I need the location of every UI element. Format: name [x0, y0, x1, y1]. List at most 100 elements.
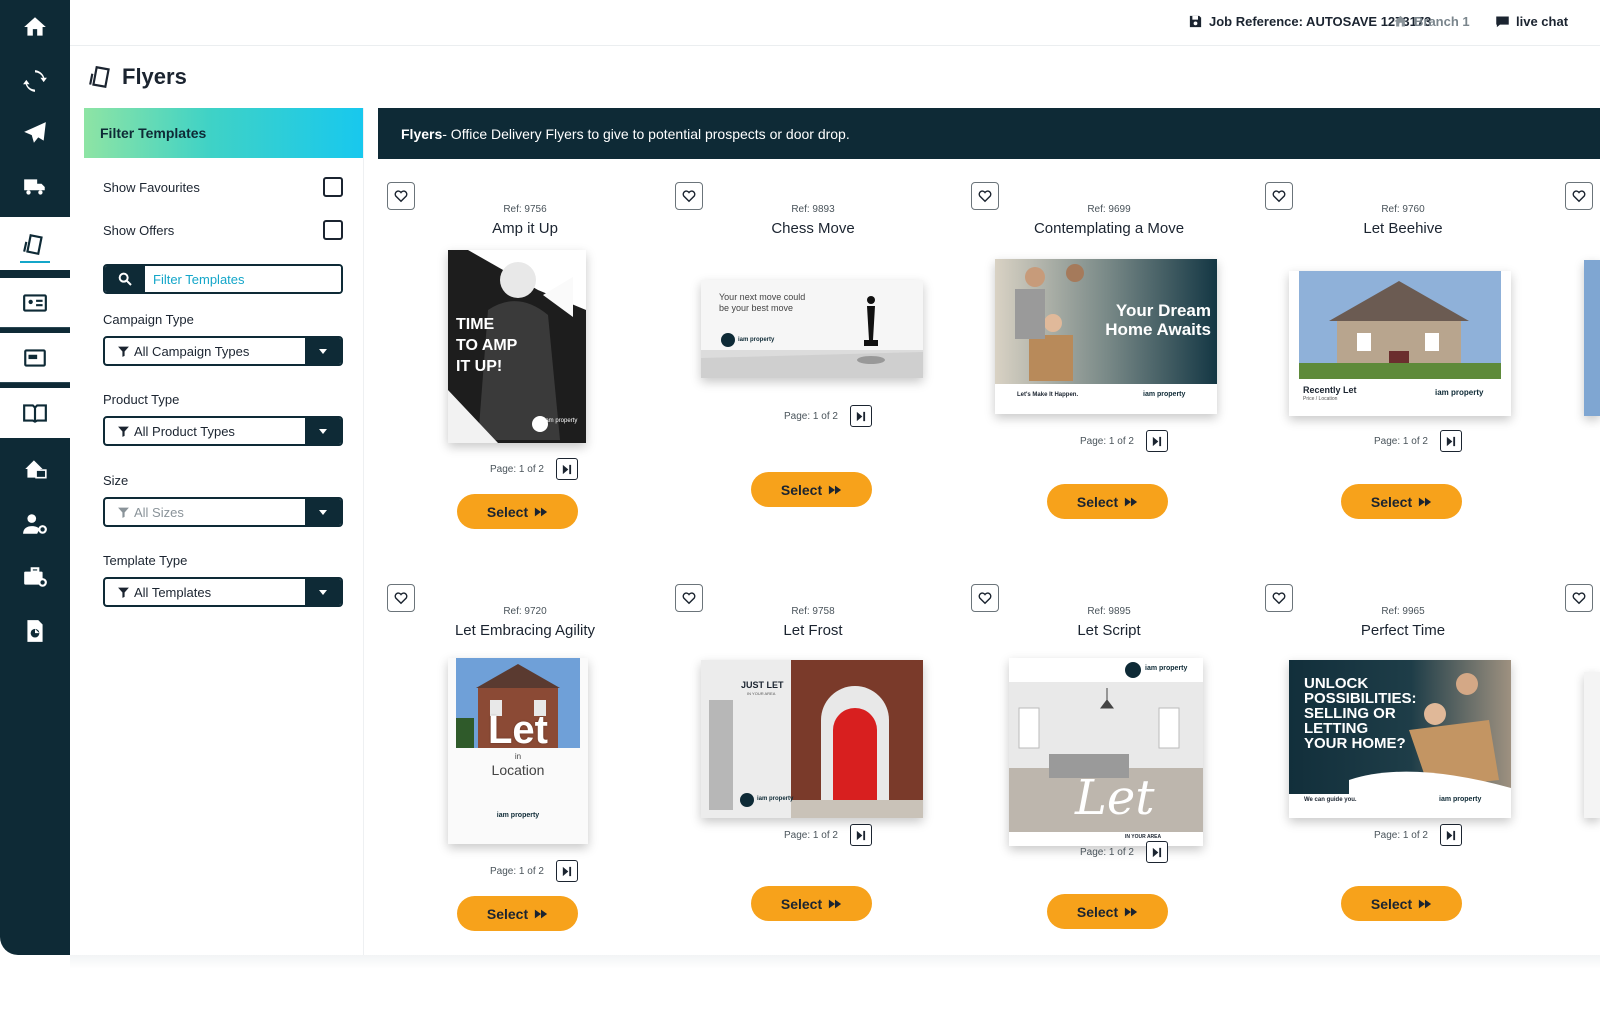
thumbnail-line: YOUR HOME? [1304, 735, 1406, 752]
template-type-dropdown[interactable] [305, 579, 341, 605]
thumbnail-line: Location [491, 762, 545, 778]
select-button[interactable]: Select [1047, 894, 1168, 929]
product-type-select[interactable]: All Product Types [103, 416, 343, 446]
thumbnail-line: TO AMP [456, 337, 518, 354]
page-heading: Flyers [88, 64, 187, 90]
show-offers-checkbox[interactable] [323, 220, 343, 240]
template-type-select[interactable]: All Templates [103, 577, 343, 607]
template-thumbnail[interactable]: Recently Let Price / Location iam proper… [1289, 271, 1511, 416]
thumbnail-line: Your next move could [719, 292, 806, 302]
search-button[interactable] [105, 266, 145, 292]
campaign-type-dropdown[interactable] [305, 338, 341, 364]
product-type-dropdown[interactable] [305, 418, 341, 444]
thumbnail-tagline: IN YOUR AREA [1125, 834, 1162, 840]
page-title: Flyers [122, 64, 187, 89]
thumbnail-line: in [514, 752, 522, 761]
fast-forward-icon [1419, 497, 1432, 506]
template-thumbnail[interactable]: Your next move could be your best move i… [701, 280, 923, 378]
user-gear-icon [23, 514, 47, 534]
next-page-button[interactable] [1439, 824, 1462, 846]
template-thumbnail[interactable]: Let IN YOUR AREA iam property [1009, 658, 1203, 846]
skip-next-icon [1153, 436, 1162, 446]
home-icon [1394, 15, 1407, 27]
thumbnail-brand: iam property [1143, 391, 1186, 398]
nav-display[interactable] [0, 333, 70, 383]
template-ref: Ref: 9893 [791, 204, 835, 215]
bottom-edge-shadow [70, 955, 1600, 969]
skip-next-icon [563, 464, 572, 474]
template-thumbnail[interactable]: JUST LET IN YOUR AREA iam property [701, 660, 923, 818]
show-favourites-row[interactable]: Show Favourites [103, 177, 343, 197]
template-thumbnail[interactable]: TIME TO AMP IT UP! iam property [448, 250, 586, 443]
nav-home[interactable] [0, 2, 70, 52]
nav-delivery[interactable] [0, 162, 70, 212]
next-page-button[interactable] [849, 824, 872, 846]
template-thumbnail[interactable] [1584, 260, 1600, 416]
nav-send[interactable] [0, 108, 70, 158]
size-select[interactable]: All Sizes [103, 497, 343, 527]
nav-contacts[interactable] [0, 278, 70, 328]
skip-next-icon [1447, 830, 1456, 840]
template-name: Amp it Up [492, 220, 558, 237]
show-favourites-checkbox[interactable] [323, 177, 343, 197]
campaign-type-value-wrap: All Campaign Types [105, 344, 305, 359]
nav-business[interactable] [0, 552, 70, 602]
product-type-label: Product Type [103, 392, 180, 407]
select-button[interactable]: Select [751, 886, 872, 921]
filter-search-input[interactable] [145, 266, 341, 292]
next-page-button[interactable] [1145, 841, 1168, 863]
favourite-button[interactable] [1565, 584, 1593, 612]
thumbnail-brand: iam property [1439, 796, 1482, 803]
select-button[interactable]: Select [1341, 484, 1462, 519]
live-chat-link[interactable]: live chat [1495, 14, 1568, 29]
select-button[interactable]: Select [457, 896, 578, 931]
page-indicator: Page: 1 of 2 [490, 463, 544, 475]
nav-property[interactable] [0, 444, 70, 494]
next-page-button[interactable] [555, 860, 578, 882]
select-button[interactable]: Select [1341, 886, 1462, 921]
template-type-value-wrap: All Templates [105, 585, 305, 600]
nav-user-settings[interactable] [0, 499, 70, 549]
nav-sync[interactable] [0, 56, 70, 106]
thumbnail-line: Your Dream [1115, 301, 1211, 320]
template-name: Contemplating a Move [1033, 220, 1185, 237]
nav-flyers[interactable] [0, 217, 70, 270]
document-chart-icon [27, 620, 43, 642]
thumbnail-line: SELLING OR [1304, 705, 1396, 722]
nav-reports[interactable] [0, 606, 70, 656]
caret-down-icon [319, 590, 327, 595]
template-ref: Ref: 9758 [791, 606, 835, 617]
briefcase-gear-icon [24, 567, 47, 587]
size-dropdown[interactable] [305, 499, 341, 525]
next-page-button[interactable] [1145, 430, 1168, 452]
fast-forward-icon [1419, 899, 1432, 908]
select-button[interactable]: Select [1047, 484, 1168, 519]
next-page-button[interactable] [555, 458, 578, 480]
select-label: Select [486, 503, 529, 520]
favourite-button[interactable] [1565, 182, 1593, 210]
heart-icon [978, 592, 992, 605]
thumbnail-line: Home Awaits [1105, 320, 1211, 339]
thumbnail-line: IT UP! [456, 358, 503, 375]
campaign-type-select[interactable]: All Campaign Types [103, 336, 343, 366]
pager: Page: 1 of 2 [490, 458, 578, 480]
next-page-button[interactable] [849, 405, 872, 427]
select-button[interactable]: Select [751, 472, 872, 507]
house-tag-icon [25, 460, 47, 479]
filter-search-box[interactable] [103, 264, 343, 294]
select-button[interactable]: Select [457, 494, 578, 529]
fast-forward-icon [1125, 907, 1138, 916]
show-offers-row[interactable]: Show Offers [103, 220, 343, 240]
red-door-thumbnail-art [701, 660, 923, 818]
template-thumbnail[interactable] [1584, 672, 1600, 818]
template-thumbnail[interactable]: Your Dream Home Awaits Let's Make It Hap… [995, 259, 1217, 414]
template-ref: Ref: 9760 [1381, 204, 1425, 215]
thumbnail-headline: Let [1075, 770, 1155, 826]
pager: Page: 1 of 2 [784, 405, 872, 427]
template-thumbnail[interactable]: Let in Location iam property [448, 658, 588, 844]
template-thumbnail[interactable]: UNLOCK POSSIBILITIES: SELLING OR LETTING… [1289, 660, 1511, 818]
branch-selector[interactable]: Branch 1 [1393, 14, 1470, 29]
next-page-button[interactable] [1439, 430, 1462, 452]
nav-brochure[interactable] [0, 388, 70, 438]
select-label: Select [1076, 493, 1119, 510]
